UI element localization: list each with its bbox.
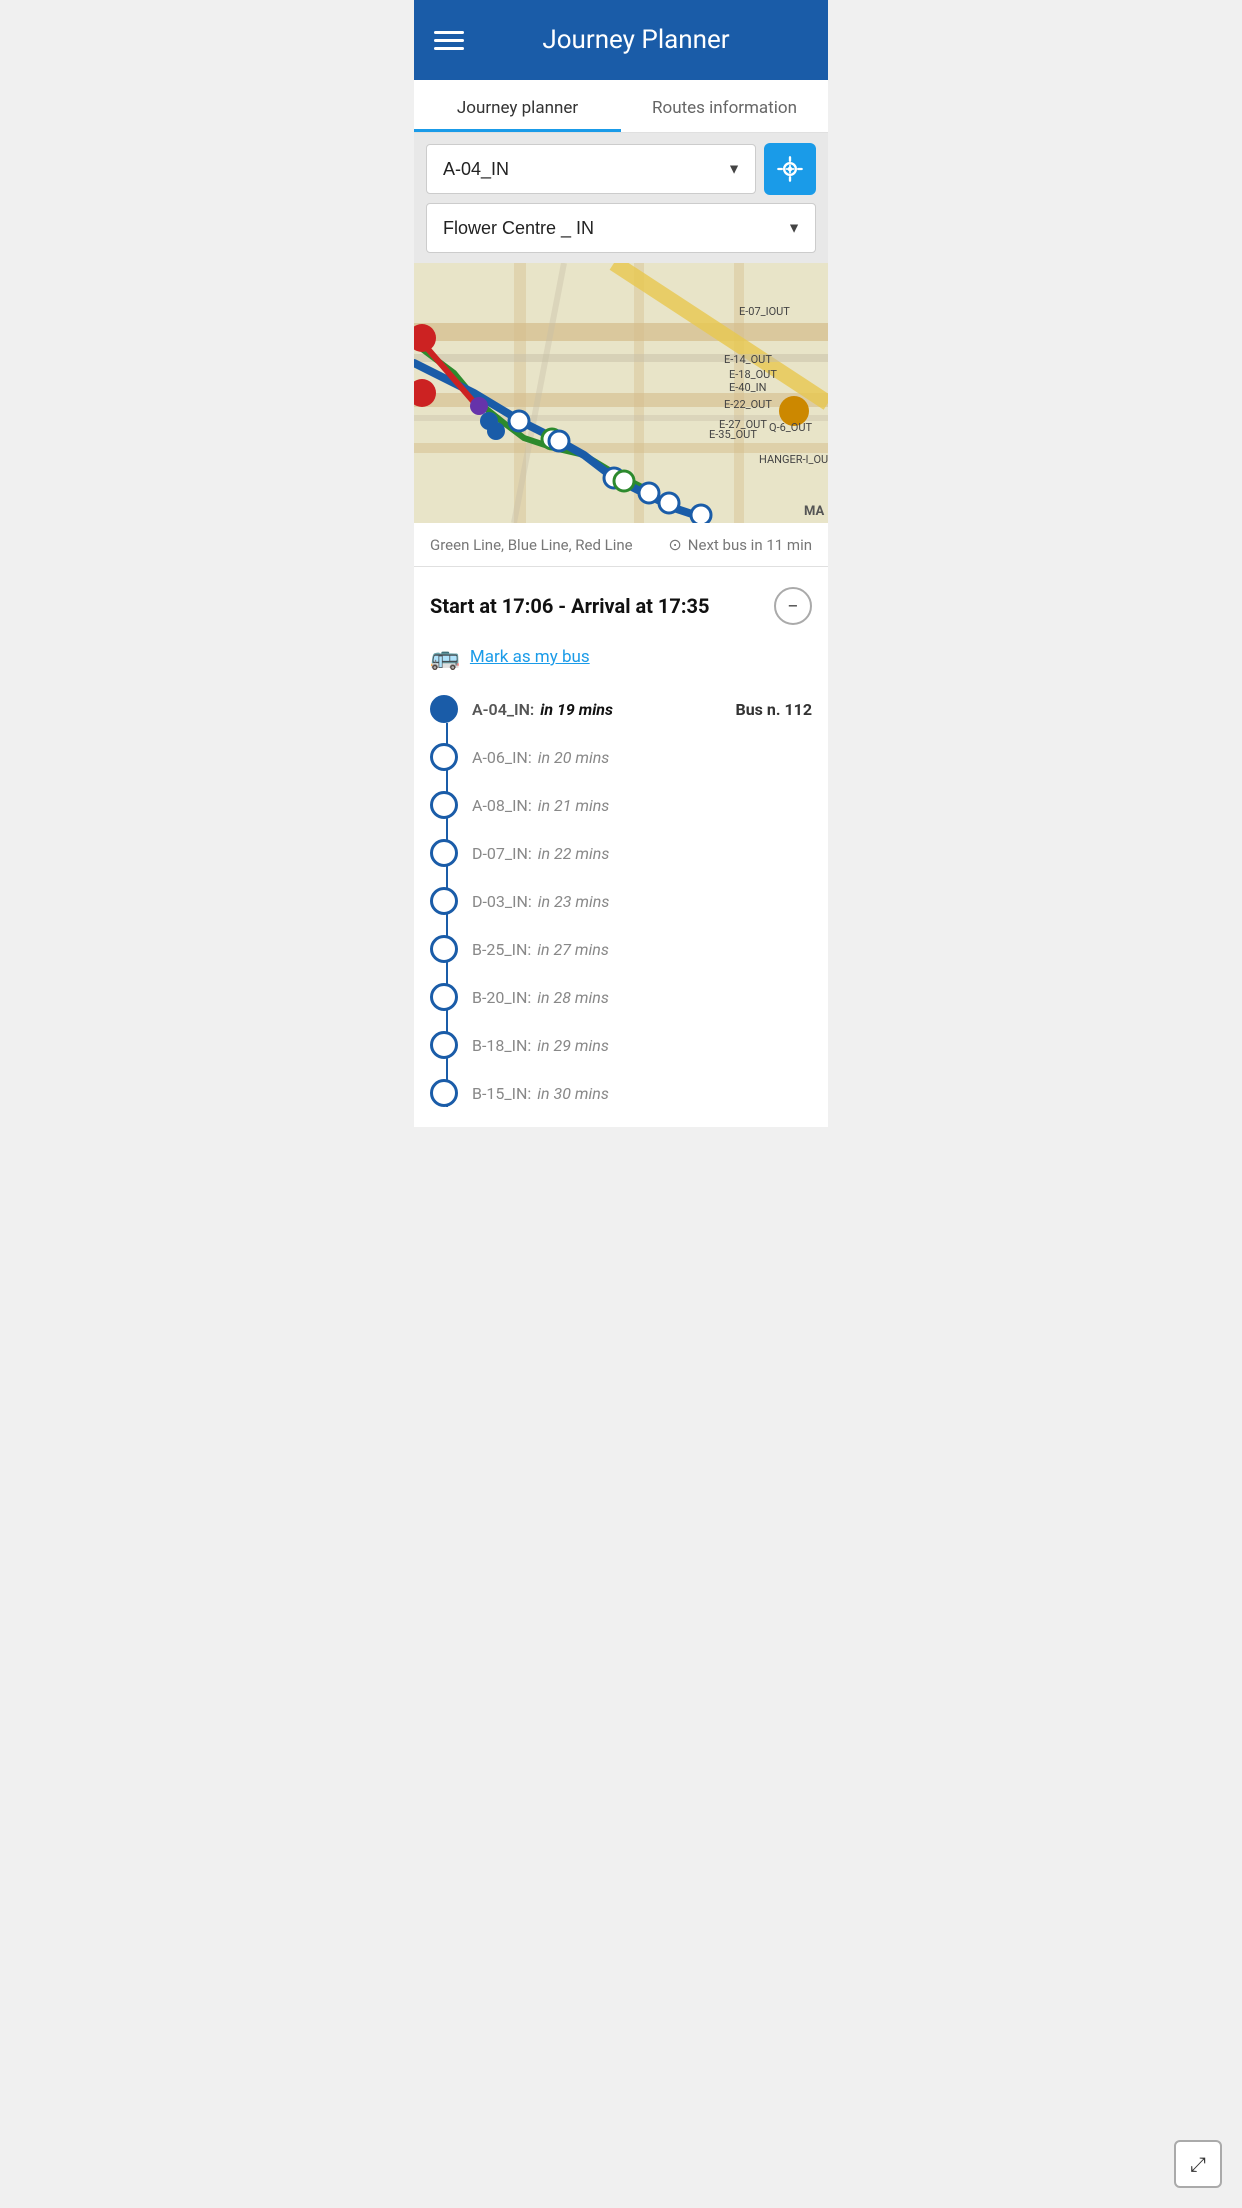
mark-bus-link[interactable]: Mark as my bus xyxy=(470,647,590,667)
svg-text:MA: MA xyxy=(804,504,824,519)
stop-name: B-25_IN: xyxy=(472,940,531,959)
to-dropdown[interactable]: Flower Centre _ IN xyxy=(427,204,815,252)
bus-number: Bus n. 112 xyxy=(736,700,813,719)
tab-bar: Journey planner Routes information xyxy=(414,80,828,133)
map-area[interactable]: E-07_IOUT E-14_OUT E-18_OUT E-40_IN E-22… xyxy=(414,263,828,523)
clock-icon: ⊙ xyxy=(668,535,681,554)
stop-dot xyxy=(430,791,458,819)
stop-name: D-03_IN: xyxy=(472,892,532,911)
to-row: Flower Centre _ IN ▼ xyxy=(426,203,816,253)
collapse-button[interactable]: − xyxy=(774,587,812,625)
stop-dot xyxy=(430,1031,458,1059)
stop-dot xyxy=(430,1079,458,1107)
stop-name: D-07_IN: xyxy=(472,844,532,863)
hamburger-menu-icon[interactable] xyxy=(434,31,464,50)
list-item: B-15_IN: in 30 mins xyxy=(430,1069,812,1117)
stop-name: A-08_IN: xyxy=(472,796,532,815)
tab-journey-planner[interactable]: Journey planner xyxy=(414,80,621,132)
stop-dot xyxy=(430,743,458,771)
stop-name: B-18_IN: xyxy=(472,1036,531,1055)
stop-name: B-20_IN: xyxy=(472,988,531,1007)
mark-bus-row: 🚌 Mark as my bus xyxy=(430,643,812,671)
svg-text:E-35_OUT: E-35_OUT xyxy=(709,428,757,441)
stop-list: A-04_IN:in 19 minsBus n. 112A-06_IN:in 2… xyxy=(430,685,812,1117)
svg-text:Q-6_OUT: Q-6_OUT xyxy=(769,421,812,434)
from-dropdown-wrapper: A-04_IN ▼ xyxy=(426,144,756,194)
tab-routes-information[interactable]: Routes information xyxy=(621,80,828,132)
map-info-bar: Green Line, Blue Line, Red Line ⊙ Next b… xyxy=(414,523,828,567)
from-dropdown[interactable]: A-04_IN xyxy=(427,145,755,193)
list-item: A-04_IN: in 19 mins Bus n. 112 xyxy=(430,685,812,733)
stop-time: in 20 mins xyxy=(538,748,610,767)
list-item: D-07_IN: in 22 mins xyxy=(430,829,812,877)
next-bus-info: ⊙ Next bus in 11 min xyxy=(668,535,812,554)
list-item: B-20_IN: in 28 mins xyxy=(430,973,812,1021)
svg-text:E-22_OUT: E-22_OUT xyxy=(724,398,772,411)
stop-time: in 19 mins xyxy=(540,700,613,719)
journey-header: Start at 17:06 - Arrival at 17:35 − xyxy=(430,587,812,625)
journey-section: Start at 17:06 - Arrival at 17:35 − 🚌 Ma… xyxy=(414,567,828,1127)
stop-dot xyxy=(430,983,458,1011)
stop-name: A-04_IN: xyxy=(472,700,534,719)
stop-time: in 29 mins xyxy=(537,1036,609,1055)
svg-text:E-40_IN: E-40_IN xyxy=(729,381,766,394)
list-item: B-25_IN: in 27 mins xyxy=(430,925,812,973)
map-lines-label: Green Line, Blue Line, Red Line xyxy=(430,536,633,554)
stop-time: in 27 mins xyxy=(537,940,609,959)
locate-button[interactable] xyxy=(764,143,816,195)
app-title: Journey Planner xyxy=(464,25,808,55)
stop-dot xyxy=(430,887,458,915)
svg-text:HANGER-I_OUT: HANGER-I_OUT xyxy=(759,453,828,466)
to-dropdown-wrapper: Flower Centre _ IN ▼ xyxy=(426,203,816,253)
stop-name: B-15_IN: xyxy=(472,1084,531,1103)
map-svg: E-07_IOUT E-14_OUT E-18_OUT E-40_IN E-22… xyxy=(414,263,828,523)
journey-title: Start at 17:06 - Arrival at 17:35 xyxy=(430,594,709,618)
svg-text:E-14_OUT: E-14_OUT xyxy=(724,353,772,366)
bus-icon: 🚌 xyxy=(430,643,460,671)
list-item: A-06_IN: in 20 mins xyxy=(430,733,812,781)
svg-text:E-07_IOUT: E-07_IOUT xyxy=(739,305,790,318)
stop-dot xyxy=(430,839,458,867)
from-row: A-04_IN ▼ xyxy=(426,143,816,195)
list-item: B-18_IN: in 29 mins xyxy=(430,1021,812,1069)
stop-name: A-06_IN: xyxy=(472,748,532,767)
stop-time: in 22 mins xyxy=(538,844,610,863)
stop-time: in 30 mins xyxy=(537,1084,609,1103)
svg-text:E-18_OUT: E-18_OUT xyxy=(729,368,777,381)
stop-time: in 21 mins xyxy=(538,796,610,815)
expand-button[interactable]: ⤢ xyxy=(1174,2140,1222,2188)
list-item: A-08_IN: in 21 mins xyxy=(430,781,812,829)
controls-area: A-04_IN ▼ Flower Centre _ IN ▼ xyxy=(414,133,828,263)
stop-dot xyxy=(430,935,458,963)
stop-time: in 28 mins xyxy=(537,988,609,1007)
stop-time: in 23 mins xyxy=(538,892,610,911)
crosshair-icon xyxy=(776,155,804,183)
list-item: D-03_IN: in 23 mins xyxy=(430,877,812,925)
stop-dot xyxy=(430,695,458,723)
next-bus-text: Next bus in 11 min xyxy=(688,536,812,554)
app-header: Journey Planner xyxy=(414,0,828,80)
